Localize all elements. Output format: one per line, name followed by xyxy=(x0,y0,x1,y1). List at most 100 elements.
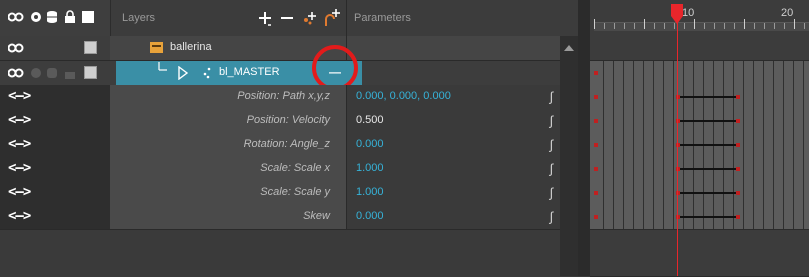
frame-cell[interactable] xyxy=(624,205,634,229)
param-value[interactable]: 1.000 xyxy=(356,162,384,174)
keyframe-marker[interactable] xyxy=(594,167,598,171)
timeline-row[interactable] xyxy=(590,133,809,158)
function-curve-icon[interactable]: ∫ xyxy=(549,89,553,104)
animate-mode-icon[interactable] xyxy=(7,11,24,23)
keyframe-marker[interactable] xyxy=(736,167,740,171)
frame-cell[interactable] xyxy=(624,157,634,181)
frame-cell[interactable] xyxy=(634,109,644,133)
frame-cell[interactable] xyxy=(764,85,774,109)
keyframe-marker[interactable] xyxy=(736,143,740,147)
frame-cell[interactable] xyxy=(744,109,754,133)
frame-cell[interactable] xyxy=(804,205,809,229)
timeline-row[interactable] xyxy=(590,61,809,86)
param-row[interactable]: <—> Scale: Scale y 1.000 ∫ xyxy=(0,181,561,206)
param-row[interactable]: <—> Scale: Scale x 1.000 ∫ xyxy=(0,157,561,182)
param-row[interactable]: <—> Rotation: Angle_z 0.000 ∫ xyxy=(0,133,561,158)
frame-cell[interactable] xyxy=(614,181,624,205)
frame-cell[interactable] xyxy=(734,61,744,85)
frame-cell[interactable] xyxy=(694,61,704,85)
timeline-row[interactable] xyxy=(590,181,809,206)
frame-cell[interactable] xyxy=(754,61,764,85)
frame-cell[interactable] xyxy=(784,61,794,85)
param-value-cell[interactable]: 0.500 ∫ xyxy=(346,109,561,133)
frame-cell[interactable] xyxy=(614,109,624,133)
frame-cell[interactable] xyxy=(614,133,624,157)
frame-cell[interactable] xyxy=(744,133,754,157)
frame-cell[interactable] xyxy=(704,61,714,85)
keyframe-marker[interactable] xyxy=(736,215,740,219)
timeline-row[interactable] xyxy=(590,36,809,61)
frame-cell[interactable] xyxy=(604,181,614,205)
frame-cell[interactable] xyxy=(624,109,634,133)
param-row[interactable]: <—> Position: Path x,y,z 0.000, 0.000, 0… xyxy=(0,85,561,110)
frame-cell[interactable] xyxy=(764,61,774,85)
param-row[interactable]: <—> Position: Velocity 0.500 ∫ xyxy=(0,109,561,134)
frame-cell[interactable] xyxy=(654,205,664,229)
frame-cell[interactable] xyxy=(624,181,634,205)
param-value[interactable]: 1.000 xyxy=(356,186,384,198)
frame-cell[interactable] xyxy=(764,181,774,205)
param-value[interactable]: 0.000 xyxy=(356,138,384,150)
frame-cell[interactable] xyxy=(644,85,654,109)
animate-mode-icon[interactable] xyxy=(7,42,24,57)
frame-cell[interactable] xyxy=(794,181,804,205)
frame-cell[interactable] xyxy=(794,85,804,109)
remove-layer-icon[interactable] xyxy=(280,8,294,31)
color-swatch-checkbox[interactable] xyxy=(84,41,97,54)
frame-cell[interactable] xyxy=(634,157,644,181)
frame-cell[interactable] xyxy=(764,205,774,229)
keyframe-marker[interactable] xyxy=(594,119,598,123)
frame-cell[interactable] xyxy=(784,205,794,229)
frame-cell[interactable] xyxy=(774,61,784,85)
keyframe-marker[interactable] xyxy=(736,119,740,123)
param-value[interactable]: 0.000, 0.000, 0.000 xyxy=(356,90,451,102)
frame-cell[interactable] xyxy=(654,157,664,181)
add-peg-icon[interactable] xyxy=(302,8,318,31)
frame-cell[interactable] xyxy=(654,133,664,157)
param-value-cell[interactable]: 1.000 ∫ xyxy=(346,157,561,181)
frame-cell[interactable] xyxy=(784,85,794,109)
frame-cell[interactable] xyxy=(754,205,764,229)
timeline-row[interactable] xyxy=(590,205,809,230)
keyframe-marker[interactable] xyxy=(594,191,598,195)
frame-cell[interactable] xyxy=(614,157,624,181)
frame-cell[interactable] xyxy=(804,157,809,181)
frame-cell[interactable] xyxy=(654,109,664,133)
stack-icon[interactable] xyxy=(46,10,58,24)
visibility-icon[interactable] xyxy=(30,11,42,23)
frame-cell[interactable] xyxy=(774,133,784,157)
keyframe-marker[interactable] xyxy=(594,95,598,99)
visibility-icon[interactable] xyxy=(30,67,42,82)
frame-cell[interactable] xyxy=(654,61,664,85)
frame-cell[interactable] xyxy=(754,133,764,157)
frame-cell[interactable] xyxy=(644,157,654,181)
frame-cell[interactable] xyxy=(784,109,794,133)
frame-cell[interactable] xyxy=(634,205,644,229)
frame-cell[interactable] xyxy=(804,181,809,205)
add-parent-peg-icon[interactable] xyxy=(324,8,342,31)
frame-cell[interactable] xyxy=(724,61,734,85)
timeline-row[interactable] xyxy=(590,230,809,277)
frame-cell[interactable] xyxy=(744,181,754,205)
frame-cell[interactable] xyxy=(634,133,644,157)
frame-cell[interactable] xyxy=(644,205,654,229)
frame-cell[interactable] xyxy=(644,133,654,157)
function-curve-icon[interactable]: ∫ xyxy=(549,185,553,200)
param-value-cell[interactable]: 0.000, 0.000, 0.000 ∫ xyxy=(346,85,561,109)
function-curve-icon[interactable]: ∫ xyxy=(549,137,553,152)
frame-cell[interactable] xyxy=(754,157,764,181)
color-swatch-icon[interactable] xyxy=(82,11,94,23)
timeline-row[interactable] xyxy=(590,85,809,110)
frame-cell[interactable] xyxy=(664,61,674,85)
frame-cell[interactable] xyxy=(804,85,809,109)
frame-cell[interactable] xyxy=(794,133,804,157)
param-row[interactable]: <—> Skew 0.000 ∫ xyxy=(0,205,561,230)
keyframe-marker[interactable] xyxy=(594,143,598,147)
stack-icon[interactable] xyxy=(46,66,58,83)
frame-cell[interactable] xyxy=(804,133,809,157)
scroll-up-arrow-icon[interactable] xyxy=(564,42,574,54)
frame-cell[interactable] xyxy=(644,61,654,85)
frame-cell[interactable] xyxy=(744,85,754,109)
frame-cell[interactable] xyxy=(774,181,784,205)
frame-cell[interactable] xyxy=(664,133,674,157)
